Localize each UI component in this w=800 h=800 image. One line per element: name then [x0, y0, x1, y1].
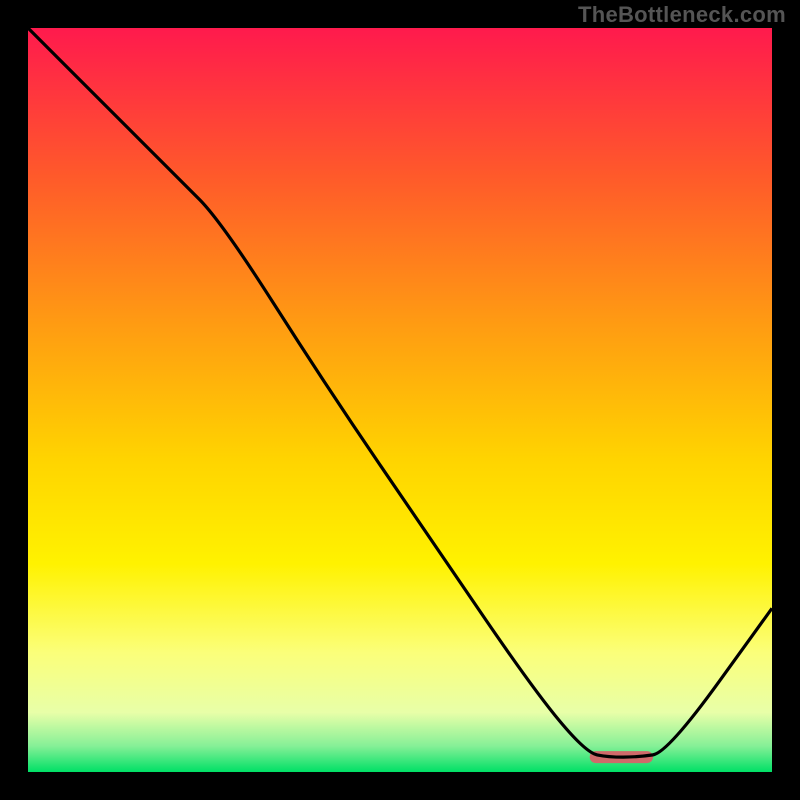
- plot-area: [28, 28, 772, 772]
- watermark-label: TheBottleneck.com: [578, 2, 786, 28]
- chart-root: TheBottleneck.com: [0, 0, 800, 800]
- chart-svg: [28, 28, 772, 772]
